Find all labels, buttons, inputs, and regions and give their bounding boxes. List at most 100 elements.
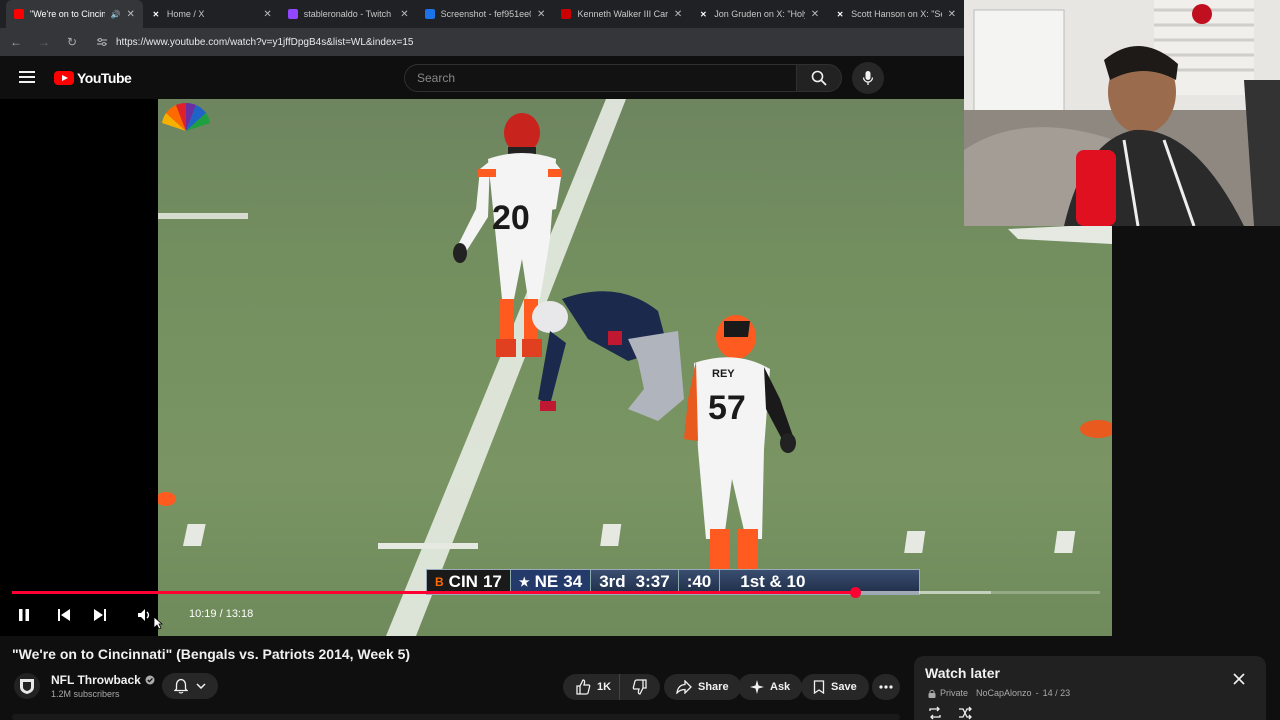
patriots-player xyxy=(532,291,684,421)
browser-tab[interactable]: stableronaldo - Twitch ✕ xyxy=(280,0,417,28)
browser-tab-label: stableronaldo - Twitch xyxy=(303,9,392,19)
youtube-favicon-icon xyxy=(14,9,24,19)
site-settings-icon[interactable] xyxy=(96,37,108,47)
forward-icon[interactable]: → xyxy=(36,34,52,50)
red-favicon-icon xyxy=(561,9,572,19)
channel-name[interactable]: NFL Throwback xyxy=(51,673,141,687)
next-icon xyxy=(94,609,106,621)
mouse-cursor-icon xyxy=(153,616,163,630)
url-field[interactable]: https://www.youtube.com/watch?v=y1jffDpg… xyxy=(92,32,413,52)
ask-button[interactable]: Ask xyxy=(738,674,803,700)
screen: "We're on to Cincinna🔊✕✕Home / X✕stabler… xyxy=(0,0,1280,720)
save-label: Save xyxy=(831,681,857,693)
thumbs-down-icon xyxy=(632,679,647,695)
streamer-webcam-scene xyxy=(964,0,1280,226)
notification-bell-button[interactable] xyxy=(162,673,218,699)
browser-address-bar: ← → ↻ https://www.youtube.com/watch?v=y1… xyxy=(0,28,964,56)
microphone-icon xyxy=(862,71,874,85)
search-button[interactable] xyxy=(796,64,842,92)
playlist-privacy: Private xyxy=(940,688,969,698)
tab-close-icon[interactable]: ✕ xyxy=(811,9,819,20)
browser-tab[interactable]: Kenneth Walker III Career ✕ xyxy=(553,0,690,28)
close-icon[interactable] xyxy=(1232,672,1246,686)
seek-played xyxy=(12,591,856,594)
search-icon xyxy=(811,70,827,86)
bookmark-icon xyxy=(813,680,825,694)
share-icon xyxy=(676,680,692,694)
more-actions-button[interactable] xyxy=(872,674,900,700)
tab-close-icon[interactable]: ✕ xyxy=(948,9,956,20)
youtube-logo[interactable]: YouTube xyxy=(54,70,132,86)
browser-tab[interactable]: ✕ Scott Hanson on X: "See ✕ xyxy=(827,0,964,28)
browser-tab[interactable]: ✕ Jon Gruden on X: "Holy sh ✕ xyxy=(690,0,827,28)
screenshot-favicon-icon xyxy=(424,9,435,19)
sparkle-icon xyxy=(750,680,764,694)
search-input[interactable]: Search xyxy=(404,64,797,92)
quarter: 3rd xyxy=(599,572,626,591)
away-team: CIN xyxy=(448,572,478,591)
player-57: 57 REY xyxy=(684,315,796,569)
video-player[interactable]: 20 57 REY B CIN 17 ★ NE 34 3rd 3:37:40 … xyxy=(0,99,1249,636)
like-count: 1K xyxy=(597,681,612,693)
save-button[interactable]: Save xyxy=(801,674,869,700)
time-display: 10:19 / 13:18 xyxy=(189,608,254,620)
lock-icon xyxy=(928,689,936,698)
browser-tab[interactable]: ✕ Home / X ✕ xyxy=(143,0,280,28)
tab-close-icon[interactable]: ✕ xyxy=(537,9,545,20)
x-favicon-icon: ✕ xyxy=(699,9,707,19)
browser-tab-label: Home / X xyxy=(166,9,205,19)
bengals-logo-icon: B xyxy=(435,575,444,589)
url-text: https://www.youtube.com/watch?v=y1jffDpg… xyxy=(116,36,414,48)
tab-close-icon[interactable]: ✕ xyxy=(126,9,134,20)
ask-label: Ask xyxy=(770,681,791,693)
jersey-number-20: 20 xyxy=(492,199,530,237)
tab-close-icon[interactable]: ✕ xyxy=(400,9,408,20)
browser-tab-label: Screenshot - fef951ee096 xyxy=(440,9,531,19)
previous-icon xyxy=(58,609,70,621)
browser-tab[interactable]: Screenshot - fef951ee096 ✕ xyxy=(417,0,554,28)
mute-button[interactable] xyxy=(136,607,152,623)
verified-icon xyxy=(145,675,155,685)
loop-icon[interactable] xyxy=(928,706,942,720)
playlist-title[interactable]: Watch later xyxy=(925,665,1000,681)
patriots-logo-icon: ★ xyxy=(518,575,530,589)
browser-tab-label: Scott Hanson on X: "See xyxy=(851,9,942,19)
seek-bar[interactable] xyxy=(12,587,1100,598)
back-icon[interactable]: ← xyxy=(8,34,24,50)
jersey-number-57: 57 xyxy=(708,389,746,427)
youtube-play-icon xyxy=(54,71,74,85)
away-score: 17 xyxy=(482,572,502,591)
channel-name-row[interactable]: NFL Throwback xyxy=(51,673,155,687)
more-horizontal-icon xyxy=(879,685,893,689)
nfl-shield-icon xyxy=(20,679,34,694)
playlist-owner[interactable]: NoCapAlonzo xyxy=(976,688,1032,698)
watch-later-panel: Watch later Private NoCapAlonzo - 14 / 2… xyxy=(914,656,1266,720)
x-favicon-icon: ✕ xyxy=(152,9,160,19)
dislike-button[interactable] xyxy=(619,674,660,700)
share-label: Share xyxy=(698,681,729,693)
pause-button[interactable] xyxy=(16,607,32,623)
reload-icon[interactable]: ↻ xyxy=(64,34,80,50)
description-box-edge xyxy=(12,714,900,720)
tab-audio-icon[interactable]: 🔊 xyxy=(111,10,121,19)
shuffle-icon[interactable] xyxy=(958,706,972,720)
youtube-wordmark: YouTube xyxy=(77,70,132,86)
browser-tab[interactable]: "We're on to Cincinna 🔊 ✕ xyxy=(6,0,143,28)
next-button[interactable] xyxy=(92,607,108,623)
nbc-logo xyxy=(162,103,210,131)
chevron-down-icon xyxy=(196,683,206,689)
tab-close-icon[interactable]: ✕ xyxy=(263,9,271,20)
webcam-overlay xyxy=(964,0,1280,226)
pause-icon xyxy=(19,609,29,621)
previous-button[interactable] xyxy=(56,607,72,623)
share-button[interactable]: Share xyxy=(664,674,741,700)
voice-search-button[interactable] xyxy=(852,62,884,94)
youtube-header: YouTube Search xyxy=(0,56,964,99)
menu-icon[interactable] xyxy=(19,71,35,83)
browser-tab-label: Kenneth Walker III Career xyxy=(577,9,668,19)
tab-close-icon[interactable]: ✕ xyxy=(674,9,682,20)
search-placeholder: Search xyxy=(417,71,456,85)
video-title: "We're on to Cincinnati" (Bengals vs. Pa… xyxy=(12,646,411,662)
channel-avatar[interactable] xyxy=(14,673,40,699)
like-button[interactable]: 1K xyxy=(563,674,622,700)
